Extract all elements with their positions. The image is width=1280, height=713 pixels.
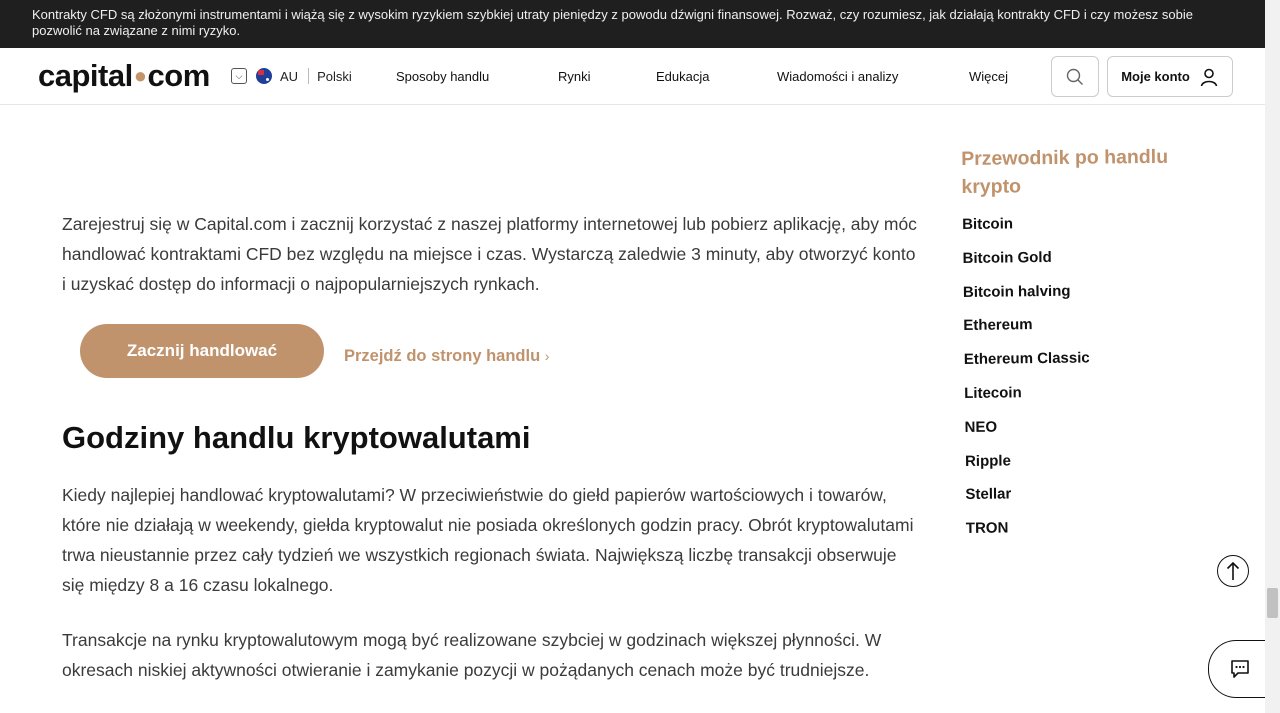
region-language-selector[interactable]: ⌵ AU Polski — [231, 68, 352, 84]
sidebar-item-tron[interactable]: TRON — [966, 516, 1092, 551]
sidebar-crypto-list: Bitcoin Bitcoin Gold Bitcoin halving Eth… — [962, 211, 1092, 550]
logo-text-left: capital — [38, 58, 133, 93]
start-trading-button[interactable]: Zacznij handlować — [80, 324, 324, 378]
nav-item-more[interactable]: Więcej — [969, 69, 1008, 84]
chevron-down-icon[interactable]: ⌵ — [231, 68, 247, 84]
sidebar-item-stellar[interactable]: Stellar — [965, 482, 1091, 517]
go-to-trading-link[interactable]: Przejdź do strony handlu › — [344, 347, 549, 366]
section-heading: Godziny handlu kryptowalutami — [62, 420, 531, 455]
sidebar-item-ethereum-classic[interactable]: Ethereum Classic — [964, 347, 1090, 382]
search-icon — [1066, 68, 1083, 85]
sidebar-item-bitcoin-halving[interactable]: Bitcoin halving — [963, 279, 1089, 314]
logo[interactable]: capital●com — [38, 58, 210, 94]
language-label: Polski — [317, 68, 352, 84]
logo-text-right: com — [147, 58, 211, 93]
chat-button[interactable] — [1208, 640, 1270, 698]
sidebar-item-ripple[interactable]: Ripple — [965, 448, 1091, 483]
scroll-to-top-button[interactable] — [1217, 555, 1249, 587]
paragraph-trading-hours: Kiedy najlepiej handlować kryptowalutami… — [62, 485, 914, 595]
region-code: AU — [280, 68, 299, 84]
my-account-label: Moje konto — [1121, 69, 1190, 84]
chat-icon — [1230, 660, 1249, 678]
sidebar-item-bitcoin[interactable]: Bitcoin — [962, 211, 1088, 246]
nav-item-education[interactable]: Edukacja — [656, 69, 709, 84]
australia-flag-icon — [256, 68, 272, 84]
nav-item-news-analysis[interactable]: Wiadomości i analizy — [777, 69, 898, 84]
scrollbar-thumb[interactable] — [1267, 588, 1278, 618]
sidebar-title: Przewodnik po handlu krypto — [961, 145, 1169, 198]
paragraph-register: Zarejestruj się w Capital.com i zacznij … — [62, 214, 917, 294]
nav-item-markets[interactable]: Rynki — [558, 69, 591, 84]
sidebar-item-litecoin[interactable]: Litecoin — [964, 380, 1090, 415]
site-header: capital●com ⌵ AU Polski Sposoby handlu R… — [0, 48, 1265, 105]
go-to-trading-label: Przejdź do strony handlu — [344, 347, 541, 365]
sidebar-item-ethereum[interactable]: Ethereum — [963, 313, 1089, 348]
sidebar-item-neo[interactable]: NEO — [964, 414, 1090, 449]
sidebar-item-bitcoin-gold[interactable]: Bitcoin Gold — [962, 245, 1088, 280]
search-button[interactable] — [1051, 56, 1099, 97]
divider — [308, 68, 310, 84]
risk-warning-text: Kontrakty CFD są złożonymi instrumentami… — [32, 7, 1193, 38]
my-account-button[interactable]: Moje konto — [1107, 56, 1233, 97]
arrow-up-icon — [1226, 561, 1240, 580]
risk-warning-bar: Kontrakty CFD są złożonymi instrumentami… — [0, 0, 1265, 48]
user-icon — [1200, 68, 1218, 86]
chevron-right-icon: › — [544, 348, 550, 364]
paragraph-liquidity: Transakcje na rynku kryptowalutowym mogą… — [62, 630, 882, 680]
logo-dot: ● — [133, 63, 147, 88]
nav-item-trading-ways[interactable]: Sposoby handlu — [396, 69, 489, 84]
